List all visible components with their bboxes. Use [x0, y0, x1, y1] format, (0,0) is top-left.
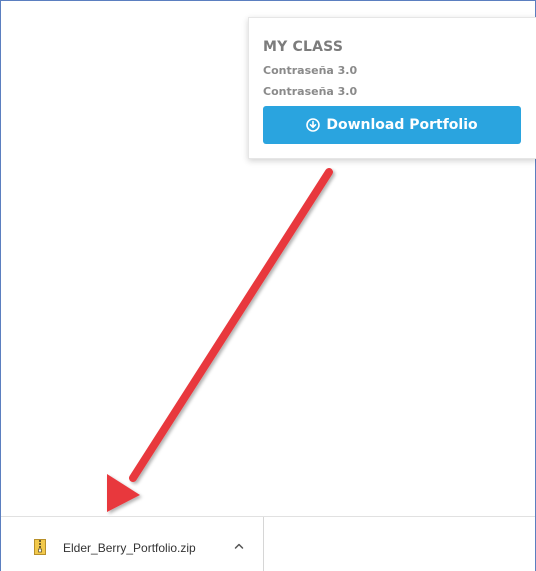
chevron-up-icon[interactable] — [231, 538, 247, 554]
zip-file-icon — [34, 539, 46, 555]
download-file-name: Elder_Berry_Portfolio.zip — [63, 541, 196, 555]
browser-download-bar: Elder_Berry_Portfolio.zip — [1, 516, 535, 571]
download-item[interactable]: Elder_Berry_Portfolio.zip — [1, 517, 264, 571]
red-arrow-annotation — [107, 168, 333, 512]
